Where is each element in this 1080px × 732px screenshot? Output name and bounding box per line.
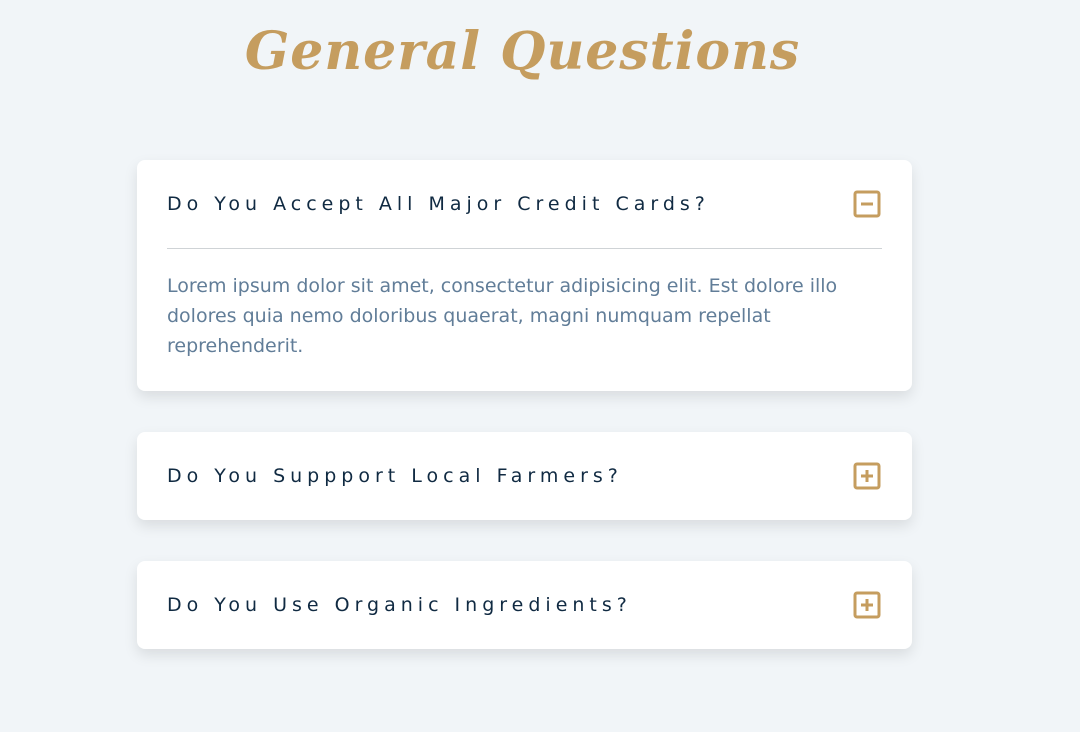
faq-answer-text: Lorem ipsum dolor sit amet, consectetur … [167,275,838,357]
expand-toggle-button[interactable] [852,590,882,620]
faq-list: Do You Accept All Major Credit Cards? Lo… [137,160,912,690]
plus-square-icon [853,591,881,619]
page-title: General Questions [244,21,801,82]
faq-item-organic-ingredients: Do You Use Organic Ingredients? [137,561,912,649]
expand-toggle-button[interactable] [852,461,882,491]
plus-square-icon [853,462,881,490]
faq-question-title: Do You Accept All Major Credit Cards? [167,193,710,215]
faq-question-title: Do You Use Organic Ingredients? [167,594,632,616]
minus-square-icon [853,190,881,218]
faq-item-local-farmers: Do You Suppport Local Farmers? [137,432,912,520]
faq-question-title: Do You Suppport Local Farmers? [167,465,623,487]
faq-item-header: Do You Suppport Local Farmers? [167,432,882,520]
collapse-toggle-button[interactable] [852,189,882,219]
faq-item-header: Do You Use Organic Ingredients? [167,561,882,649]
faq-item-header: Do You Accept All Major Credit Cards? [167,160,882,248]
faq-item-credit-cards: Do You Accept All Major Credit Cards? Lo… [137,160,912,391]
